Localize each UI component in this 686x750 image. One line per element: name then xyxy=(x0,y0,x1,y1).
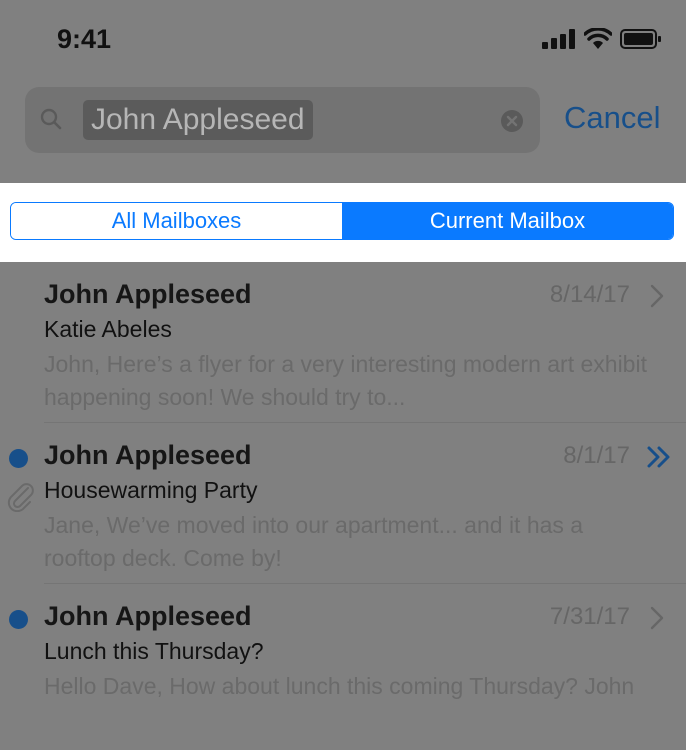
unread-indicator-icon xyxy=(9,449,28,468)
mailbox-scope-control: All Mailboxes Current Mailbox xyxy=(10,202,674,240)
battery-icon xyxy=(620,29,661,49)
double-chevron-right-icon xyxy=(647,446,670,468)
chevron-right-icon xyxy=(650,284,664,308)
message-date: 8/1/17 xyxy=(563,442,630,469)
signal-icon xyxy=(542,29,575,49)
message-date: 7/31/17 xyxy=(549,603,630,630)
message-sender: John Appleseed xyxy=(44,279,252,309)
scope-option-all-mailboxes[interactable]: All Mailboxes xyxy=(11,203,342,239)
message-sender: John Appleseed xyxy=(44,440,252,470)
status-bar: 9:41 xyxy=(0,0,686,80)
search-bar[interactable]: John Appleseed xyxy=(25,87,540,153)
message-preview: Jane, We’ve moved into our apartment... … xyxy=(44,512,584,571)
chevron-right-icon xyxy=(650,606,664,630)
wifi-icon xyxy=(584,28,612,49)
message-preview: Hello Dave, How about lunch this coming … xyxy=(44,673,635,699)
message-date: 8/14/17 xyxy=(549,281,630,308)
message-preview: John, Here’s a flyer for a very interest… xyxy=(44,351,647,410)
message-subject: Katie Abeles xyxy=(44,316,172,342)
status-icons xyxy=(542,28,662,50)
clear-search-icon[interactable] xyxy=(500,109,524,133)
search-scope-panel: All Mailboxes Current Mailbox xyxy=(0,183,686,262)
search-query-token[interactable]: John Appleseed xyxy=(83,100,313,140)
message-subject: Housewarming Party xyxy=(44,477,258,503)
message-sender: John Appleseed xyxy=(44,601,252,631)
message-row[interactable]: John Appleseed 8/14/17 Katie Abeles John… xyxy=(0,262,686,423)
search-icon xyxy=(40,108,62,130)
message-row[interactable]: John Appleseed 7/31/17 Lunch this Thursd… xyxy=(0,584,686,745)
message-subject: Lunch this Thursday? xyxy=(44,638,264,664)
scope-option-current-mailbox[interactable]: Current Mailbox xyxy=(342,203,673,239)
cancel-button[interactable]: Cancel xyxy=(564,100,661,136)
unread-indicator-icon xyxy=(9,610,28,629)
message-row[interactable]: John Appleseed 8/1/17 Housewarming Party… xyxy=(0,423,686,584)
message-list: John Appleseed 8/14/17 Katie Abeles John… xyxy=(0,262,686,745)
status-time: 9:41 xyxy=(57,24,112,54)
attachment-icon xyxy=(7,483,34,512)
